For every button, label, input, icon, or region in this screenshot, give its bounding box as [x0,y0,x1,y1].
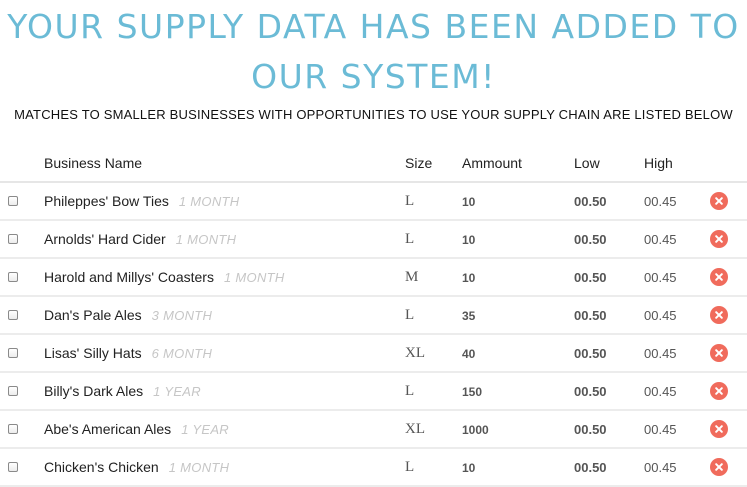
close-circle-icon[interactable] [710,268,728,286]
row-select-checkbox[interactable] [8,196,18,206]
matches-description: MATCHES TO SMALLER BUSINESSES WITH OPPOR… [14,107,733,122]
low-value: 00.50 [574,307,607,323]
size-value: L [405,306,415,323]
row-select-checkbox[interactable] [8,386,18,396]
amount-value: 10 [462,232,476,247]
size-value: XL [405,420,425,437]
table-header-row: Business Name Size Ammount Low High [0,144,747,183]
low-value: 00.50 [574,421,607,437]
close-circle-icon[interactable] [710,344,728,362]
amount-value: 150 [462,384,483,399]
row-select-checkbox[interactable] [8,424,18,434]
table-row: Harold and Millys' Coasters 1 MONTH M 10 … [0,258,747,297]
header-high: High [644,144,708,183]
close-circle-icon[interactable] [710,420,728,438]
high-value: 00.45 [644,383,677,399]
amount-value: 1000 [462,422,489,437]
table-row: Billy's Dark Ales 1 YEAR L 150 00.50 00.4… [0,372,747,411]
row-select-checkbox[interactable] [8,462,18,472]
table-row: Dan's Pale Ales 3 MONTH L 35 00.50 00.45 [0,296,747,335]
page-title-line-1: YOUR SUPPLY DATA HAS BEEN ADDED TO [7,7,740,46]
high-value: 00.45 [644,231,677,247]
close-circle-icon[interactable] [710,458,728,476]
table-row: Lisas' Silly Hats 6 MONTH XL 40 00.50 00.… [0,334,747,373]
size-value: L [405,192,415,209]
high-value: 00.45 [644,345,677,361]
low-value: 00.50 [574,459,607,475]
high-value: 00.45 [644,421,677,437]
business-name: Dan's Pale Ales [44,307,142,323]
row-select-checkbox[interactable] [8,272,18,282]
header-low: Low [574,144,644,183]
business-name: Abe's American Ales [44,421,172,437]
contract-term: 6 MONTH [151,346,213,361]
size-value: L [405,458,415,475]
business-name: Lisas' Silly Hats [44,345,142,361]
amount-value: 10 [462,270,476,285]
close-circle-icon[interactable] [710,192,728,210]
header-business-name: Business Name [44,144,405,183]
contract-term: 1 MONTH [175,232,237,247]
amount-value: 10 [462,460,476,475]
high-value: 00.45 [644,193,677,209]
business-name: Chicken's Chicken [44,459,159,475]
contract-term: 1 MONTH [168,460,230,475]
table-row: Phileppes' Bow Ties 1 MONTH L 10 00.50 00… [0,182,747,221]
contract-term: 1 MONTH [178,194,240,209]
business-name: Billy's Dark Ales [44,383,144,399]
low-value: 00.50 [574,231,607,247]
page-title: YOUR SUPPLY DATA HAS BEEN ADDED TO OUR S… [0,2,747,102]
low-value: 00.50 [574,193,607,209]
contract-term: 1 MONTH [223,270,285,285]
header-amount: Ammount [462,144,574,183]
header-size: Size [405,144,462,183]
size-value: L [405,230,415,247]
header-select [0,144,44,183]
contract-term: 1 YEAR [153,384,201,399]
high-value: 00.45 [644,307,677,323]
business-name: Phileppes' Bow Ties [44,193,169,209]
low-value: 00.50 [574,345,607,361]
amount-value: 40 [462,346,476,361]
row-select-checkbox[interactable] [8,234,18,244]
page-title-line-2: OUR SYSTEM! [251,57,496,96]
low-value: 00.50 [574,269,607,285]
table-row: Chicken's Chicken 1 MONTH L 10 00.50 00.4… [0,448,747,487]
close-circle-icon[interactable] [710,382,728,400]
amount-value: 10 [462,194,476,209]
business-name: Harold and Millys' Coasters [44,269,214,285]
matches-table: Business Name Size Ammount Low High Phil… [0,144,747,487]
contract-term: 3 MONTH [151,308,213,323]
row-select-checkbox[interactable] [8,348,18,358]
size-value: XL [405,344,425,361]
high-value: 00.45 [644,269,677,285]
high-value: 00.45 [644,459,677,475]
contract-term: 1 YEAR [181,422,229,437]
table-row: Abe's American Ales 1 YEAR XL 1000 00.50 … [0,410,747,449]
low-value: 00.50 [574,383,607,399]
close-circle-icon[interactable] [710,230,728,248]
row-select-checkbox[interactable] [8,310,18,320]
table-row: Arnolds' Hard Cider 1 MONTH L 10 00.50 00… [0,220,747,259]
size-value: L [405,382,415,399]
business-name: Arnolds' Hard Cider [44,231,166,247]
header-action [708,144,747,183]
close-circle-icon[interactable] [710,306,728,324]
size-value: M [405,268,419,285]
amount-value: 35 [462,308,476,323]
